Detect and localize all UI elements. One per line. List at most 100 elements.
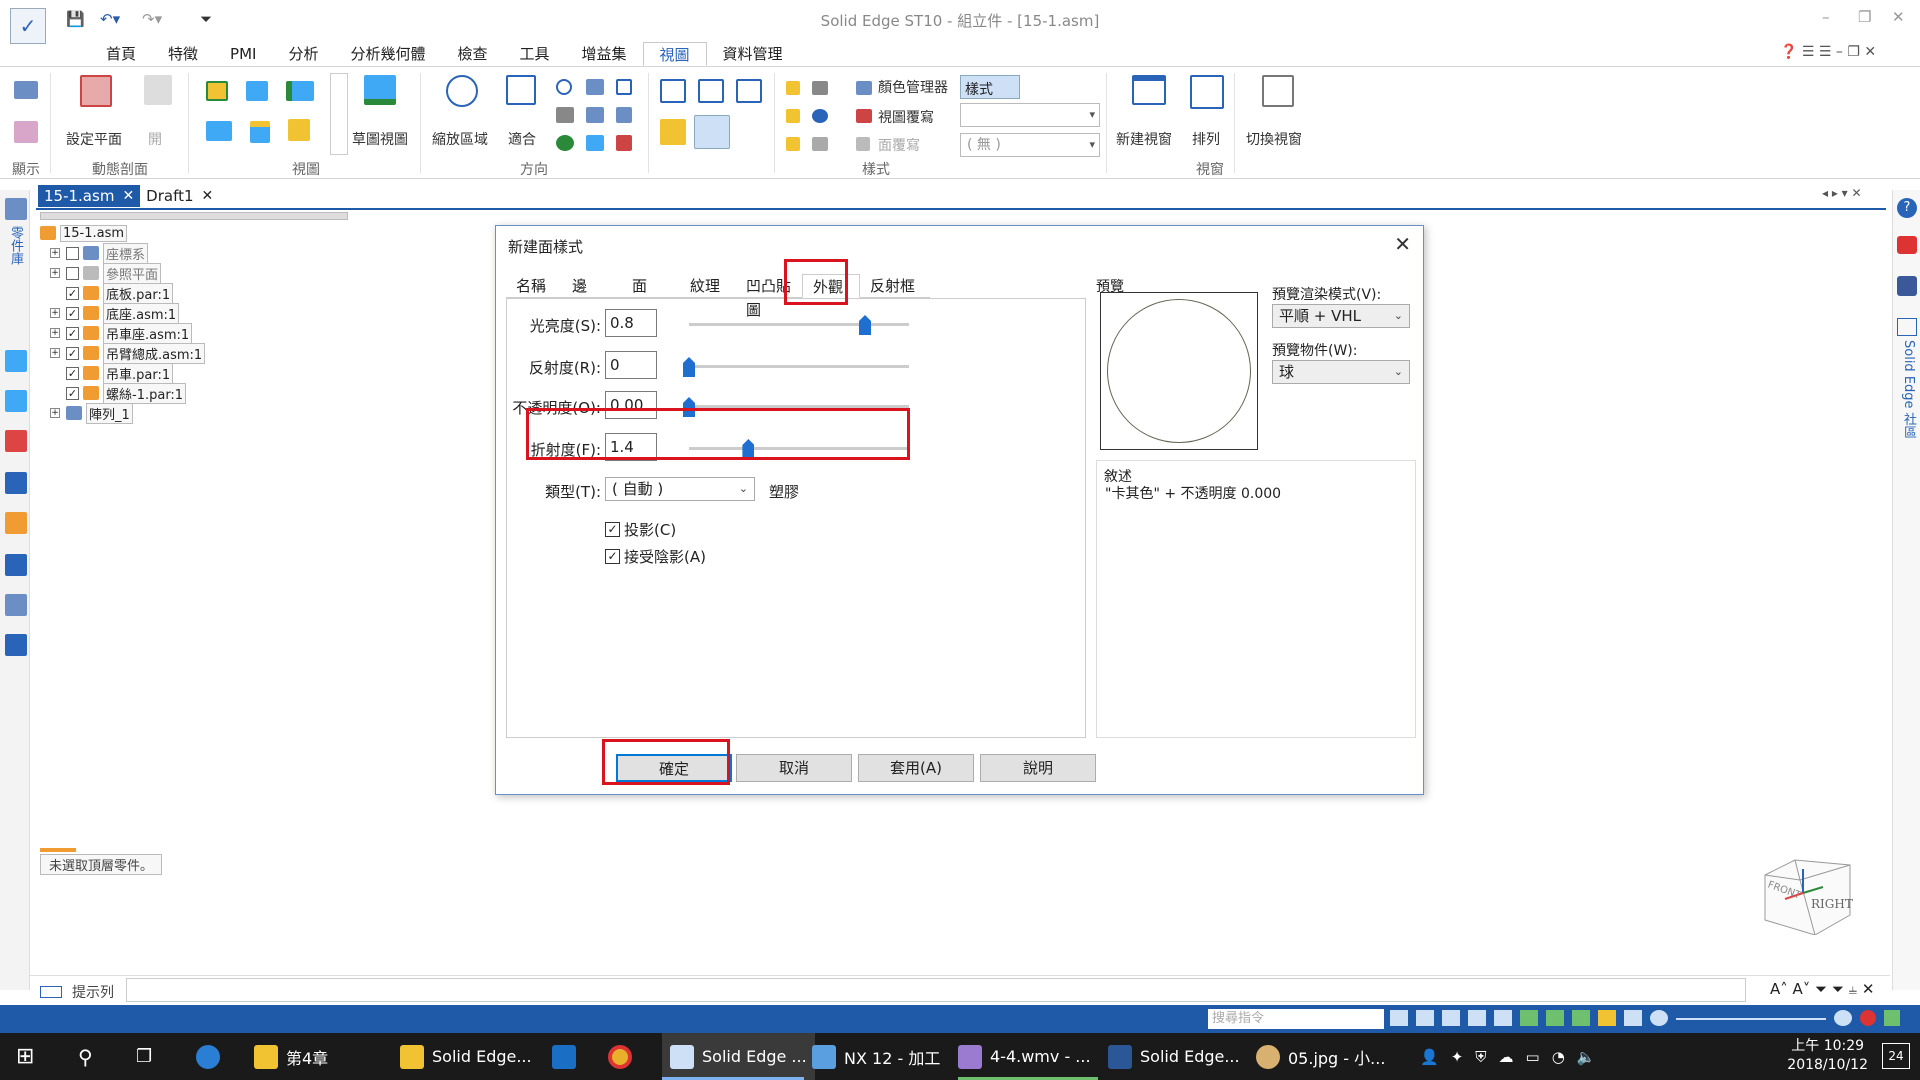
wifi-icon[interactable]: ◔	[1552, 1048, 1565, 1066]
taskbar-item-folder[interactable]: 第4章	[254, 1033, 328, 1080]
view-icon-3[interactable]	[286, 81, 314, 101]
shield-icon[interactable]: ⛨	[1475, 1048, 1486, 1066]
rotate-icon[interactable]	[616, 79, 632, 95]
expand-icon[interactable]: +	[50, 328, 60, 338]
part-color-icon[interactable]	[786, 81, 800, 95]
expand-icon[interactable]: +	[50, 308, 60, 318]
community-icon[interactable]	[1897, 318, 1917, 336]
switch-window-icon[interactable]	[1262, 75, 1294, 107]
close-icon[interactable]: ✕	[1394, 232, 1411, 256]
youtube-icon[interactable]	[1897, 236, 1917, 254]
accept-shadow-checkbox[interactable]: ✓ 接受陰影(A)	[605, 546, 706, 567]
doc-tab-asm[interactable]: 15-1.asm ✕	[38, 185, 141, 207]
zoom-out-icon[interactable]	[1650, 1010, 1668, 1026]
notification-center-icon[interactable]: 24	[1882, 1043, 1910, 1069]
visibility-checkbox[interactable]: ✓	[66, 326, 79, 340]
display-icon[interactable]	[14, 81, 38, 99]
help-button[interactable]: 說明	[980, 754, 1096, 782]
type-dropdown[interactable]: ( 自動 ) ⌄	[605, 477, 755, 501]
prompt-field[interactable]	[126, 978, 1746, 1002]
zoom-area-button[interactable]: 縮放區域	[432, 129, 488, 149]
minimize-icon[interactable]: –	[1822, 8, 1830, 26]
reflection-icon[interactable]	[786, 137, 800, 151]
expand-icon[interactable]: +	[50, 268, 60, 278]
tree-item[interactable]: + ✓ 吊車座.asm:1	[50, 322, 193, 344]
zoom-slider[interactable]	[1676, 1018, 1826, 1020]
styles-button[interactable]: 樣式	[960, 75, 1020, 99]
render-mode-dropdown[interactable]: 平順 + VHL ⌄	[1272, 304, 1410, 328]
part-library-tab[interactable]: 零件庫	[6, 226, 25, 265]
trimetric-view-icon[interactable]	[736, 79, 762, 103]
fit-icon[interactable]	[506, 75, 536, 105]
ribbon-tab-analysis-geometry[interactable]: 分析幾何體	[334, 42, 441, 66]
taskbar-item-solidedge[interactable]: Solid Edge ...	[662, 1033, 815, 1080]
ribbon-tab-pmi[interactable]: PMI	[214, 42, 272, 66]
ribbon-tab-data-management[interactable]: 資料管理	[707, 42, 799, 66]
taskbar-item-nx[interactable]: NX 12 - 加工	[812, 1033, 940, 1080]
edge-browser-icon[interactable]	[196, 1033, 228, 1080]
help-icon[interactable]: ?	[1897, 198, 1917, 218]
community-tab[interactable]: Solid Edge 社區	[1899, 340, 1918, 439]
pan-icon[interactable]	[586, 79, 604, 95]
previous-view-icon[interactable]	[556, 107, 574, 123]
outlook-icon[interactable]	[552, 1033, 584, 1080]
view-overrides-icon[interactable]	[856, 109, 872, 123]
close-icon[interactable]: ✕	[1892, 8, 1905, 26]
tab-texture[interactable]: 紋理	[680, 274, 736, 298]
refraction-slider[interactable]	[742, 439, 755, 459]
face-style-dropdown[interactable]: ( 無 )	[960, 133, 1100, 157]
face-override-button[interactable]: 面覆寫	[878, 135, 920, 155]
select-view-icon[interactable]	[616, 135, 632, 151]
clock[interactable]: 上午 10:29 2018/10/12	[1787, 1037, 1868, 1075]
checkbox-box[interactable]: ✓	[605, 522, 620, 537]
tree-item[interactable]: + 陣列_1	[50, 402, 133, 424]
color-manager-button[interactable]: 顏色管理器	[878, 77, 948, 97]
set-plane-icon[interactable]	[80, 75, 112, 107]
visibility-checkbox[interactable]: ✓	[66, 286, 79, 300]
shininess-input[interactable]: 0.8	[605, 309, 657, 337]
views-gallery-scroller[interactable]	[330, 73, 348, 155]
switch-window-button[interactable]: 切換視窗	[1246, 129, 1302, 149]
visibility-checkbox[interactable]: ✓	[66, 386, 79, 400]
shaded-icon[interactable]	[660, 119, 686, 145]
tab-face[interactable]: 面	[622, 274, 680, 298]
taskbar-item-solidedge-folder[interactable]: Solid Edge...	[400, 1033, 532, 1080]
ribbon-tab-addins[interactable]: 增益集	[566, 42, 643, 66]
ribbon-tab-tools[interactable]: 工具	[504, 42, 566, 66]
view-icon[interactable]	[1572, 1010, 1590, 1026]
reflectivity-input[interactable]: 0	[605, 351, 657, 379]
appearance-icon[interactable]	[5, 512, 27, 534]
ribbon-tab-analysis[interactable]: 分析	[272, 42, 334, 66]
command-search-input[interactable]: 搜尋指令	[1208, 1009, 1384, 1029]
tree-item[interactable]: + 座標系	[50, 242, 149, 264]
display-mode-icon[interactable]	[14, 121, 38, 143]
view-icon-1[interactable]	[206, 81, 228, 101]
zoom-icon[interactable]	[556, 79, 572, 95]
shaded-with-edges-icon[interactable]	[694, 115, 730, 149]
expand-icon[interactable]: +	[50, 408, 60, 418]
task-view-icon[interactable]: ❐	[136, 1033, 152, 1080]
chrome-icon[interactable]	[608, 1033, 640, 1080]
tab-scroll-icons[interactable]: ◂ ▸ ▾ ✕	[1822, 186, 1862, 200]
tab-edge[interactable]: 邊	[562, 274, 622, 298]
center-icon[interactable]	[616, 107, 632, 123]
ribbon-tab-features[interactable]: 特徵	[152, 42, 214, 66]
close-icon[interactable]: ✕	[202, 188, 214, 204]
open-button[interactable]: 開	[148, 129, 162, 149]
facebook-icon[interactable]	[1897, 276, 1917, 296]
people-icon[interactable]: 👤	[1420, 1048, 1439, 1066]
texture-icon[interactable]	[786, 109, 800, 123]
tab-reflection[interactable]: 反射框	[860, 274, 930, 298]
help-topic-icon[interactable]	[5, 472, 27, 494]
visibility-checkbox[interactable]	[66, 266, 79, 280]
ribbon-tab-view[interactable]: 視圖	[642, 42, 707, 66]
tab-appearance[interactable]: 外觀	[802, 274, 860, 298]
sketch-view-button[interactable]: 草圖視圖	[352, 129, 408, 149]
preview-object-dropdown[interactable]: 球 ⌄	[1272, 360, 1410, 384]
battery-icon[interactable]: ▭	[1526, 1048, 1540, 1066]
zoom-area-icon[interactable]	[446, 75, 478, 107]
ok-button[interactable]: 確定	[616, 754, 732, 782]
view-background-icon[interactable]	[812, 109, 828, 123]
visibility-checkbox[interactable]: ✓	[66, 306, 79, 320]
visibility-checkbox[interactable]: ✓	[66, 366, 79, 380]
